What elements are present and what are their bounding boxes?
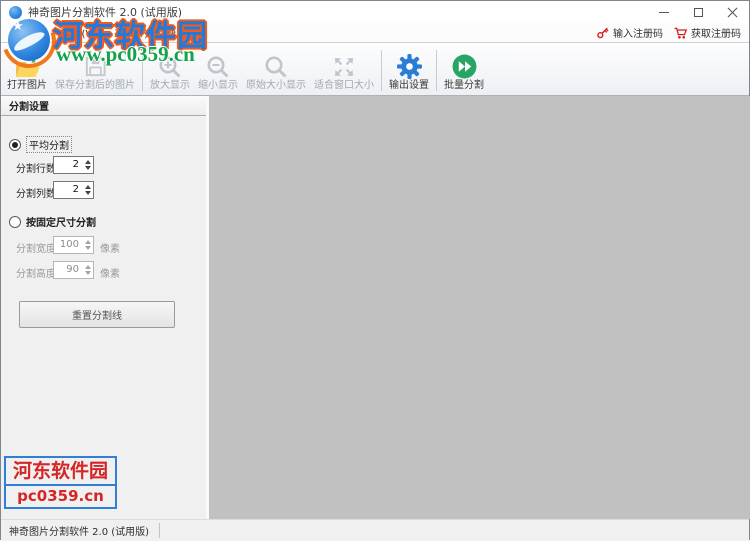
split-cols-value: 2 <box>72 184 79 195</box>
output-settings-label: 输出设置 <box>389 80 429 91</box>
toolbar-separator <box>142 50 143 91</box>
window-title: 神奇图片分割软件 2.0 (试用版) <box>28 6 183 19</box>
split-rows-spinner[interactable]: 2 <box>53 156 94 174</box>
window-controls <box>647 1 749 23</box>
original-size-button[interactable]: 原始大小显示 <box>242 46 310 95</box>
spinner-up-icon <box>84 160 91 164</box>
radio-selected-icon <box>9 138 21 151</box>
get-register-code-label: 获取注册码 <box>691 29 741 40</box>
batch-split-label: 批量分割 <box>444 80 484 91</box>
fit-window-button[interactable]: 适合窗口大小 <box>310 46 378 95</box>
original-size-magnifier-icon <box>263 53 289 80</box>
minimize-icon <box>659 11 669 13</box>
spinner-up-icon <box>84 240 91 244</box>
get-register-code-link[interactable]: 获取注册码 <box>673 25 741 40</box>
reset-split-lines-button[interactable]: 重置分割线 <box>19 301 175 328</box>
app-icon <box>9 5 22 19</box>
width-pixels-unit: 像素 <box>100 244 120 255</box>
split-height-spinner[interactable]: 90 <box>53 261 94 279</box>
status-separator <box>159 523 161 538</box>
status-bar: 神奇图片分割软件 2.0 (试用版) <box>1 519 749 541</box>
title-bar: 神奇图片分割软件 2.0 (试用版) <box>1 1 749 23</box>
spinner-arrows[interactable] <box>82 237 93 253</box>
toolbar: 打开图片 保存分割后的图片 放大显示 缩小显示 原始大小显示 适合窗口大小 输出… <box>1 44 749 96</box>
save-split-images-label: 保存分割后的图片 <box>55 80 135 91</box>
zoom-out-magnifier-icon <box>205 53 231 80</box>
menu-bar: 文件(F) 视图(V) 工具(T) 帮助(H) 输入注册码 获取注册码 <box>1 23 749 43</box>
status-text: 神奇图片分割软件 2.0 (试用版) <box>9 527 150 538</box>
split-cols-spinner[interactable]: 2 <box>53 181 94 199</box>
radio-unselected-icon <box>9 215 21 228</box>
fit-window-label: 适合窗口大小 <box>314 80 374 91</box>
open-image-label: 打开图片 <box>7 80 47 91</box>
zoom-in-magnifier-icon <box>157 53 183 80</box>
panel-header: 分割设置 <box>1 96 206 116</box>
zoom-in-button[interactable]: 放大显示 <box>146 46 194 95</box>
enter-register-code-link[interactable]: 输入注册码 <box>596 25 663 40</box>
zoom-out-button[interactable]: 缩小显示 <box>194 46 242 95</box>
batch-split-icon <box>451 53 478 80</box>
spinner-down-icon <box>84 271 91 275</box>
spinner-down-icon <box>84 191 91 195</box>
split-rows-value: 2 <box>72 159 79 170</box>
menu-help[interactable]: 帮助(H) <box>157 22 210 43</box>
fixed-size-split-label: 按固定尺寸分割 <box>26 218 96 229</box>
spinner-arrows[interactable] <box>82 157 93 173</box>
zoom-out-label: 缩小显示 <box>198 80 238 91</box>
key-icon <box>597 27 609 38</box>
spinner-arrows[interactable] <box>82 182 93 198</box>
menu-file[interactable]: 文件(F) <box>1 22 53 43</box>
fixed-size-split-radio[interactable]: 按固定尺寸分割 <box>9 214 96 229</box>
cart-icon <box>674 27 688 39</box>
spinner-up-icon <box>84 265 91 269</box>
split-width-spinner[interactable]: 100 <box>53 236 94 254</box>
toolbar-separator <box>436 50 437 91</box>
fit-window-arrows-icon <box>331 53 357 80</box>
toolbar-separator <box>381 50 382 91</box>
save-split-images-button[interactable]: 保存分割后的图片 <box>51 46 139 95</box>
split-width-value: 100 <box>59 239 79 250</box>
split-height-value: 90 <box>66 264 79 275</box>
minimize-button[interactable] <box>647 1 681 23</box>
height-pixels-unit: 像素 <box>100 269 120 280</box>
zoom-in-label: 放大显示 <box>150 80 190 91</box>
open-image-folder-icon <box>14 53 41 80</box>
menu-tools[interactable]: 工具(T) <box>105 22 157 43</box>
spinner-down-icon <box>84 166 91 170</box>
output-settings-gear-icon <box>396 53 423 80</box>
close-button[interactable] <box>715 1 749 23</box>
app-window: 神奇图片分割软件 2.0 (试用版) 文件(F) 视图(V) 工具(T) 帮助(… <box>0 0 750 541</box>
original-size-label: 原始大小显示 <box>246 80 306 91</box>
menu-view[interactable]: 视图(V) <box>53 22 106 43</box>
spinner-up-icon <box>84 185 91 189</box>
maximize-icon <box>693 7 703 17</box>
average-split-radio[interactable]: 平均分割 <box>9 136 72 153</box>
output-settings-button[interactable]: 输出设置 <box>385 46 433 95</box>
close-icon <box>727 7 738 18</box>
save-floppy-icon <box>83 53 108 80</box>
spinner-arrows[interactable] <box>82 262 93 278</box>
enter-register-code-label: 输入注册码 <box>613 29 663 40</box>
batch-split-button[interactable]: 批量分割 <box>440 46 488 95</box>
image-canvas[interactable] <box>209 96 750 519</box>
open-image-button[interactable]: 打开图片 <box>3 46 51 95</box>
maximize-button[interactable] <box>681 1 715 23</box>
split-settings-panel: 分割设置 平均分割 分割行数: 2 分割列数: 2 按固定尺寸分割 分割宽度: … <box>1 96 206 519</box>
spinner-down-icon <box>84 246 91 250</box>
average-split-label: 平均分割 <box>26 136 72 153</box>
